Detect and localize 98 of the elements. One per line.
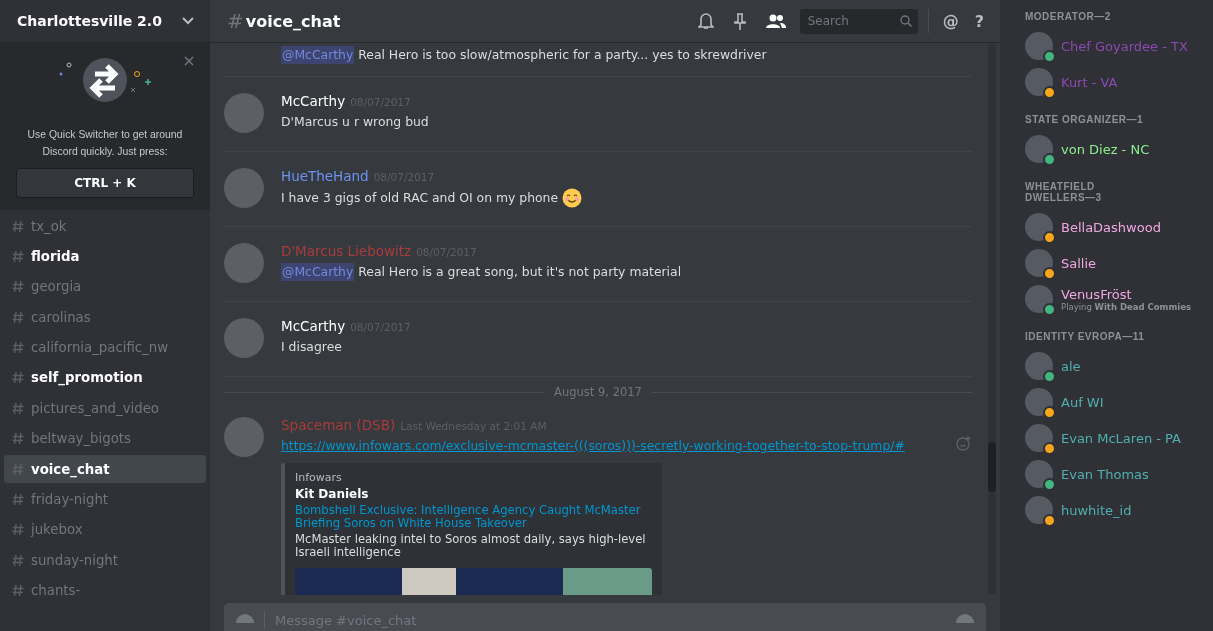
message-text: Real Hero is a great song, but it's not party material (357, 263, 682, 281)
channel-name: jukebox (31, 522, 83, 538)
quick-switcher-hint: Use Quick Switcher to get around Discord quickly. Just press: (26, 128, 184, 159)
channel-item[interactable]: voice_chat (4, 455, 206, 484)
search-field[interactable]: Search (799, 8, 918, 34)
hash-icon (12, 280, 24, 294)
user-mention[interactable]: @McCarthy (281, 263, 355, 281)
member-name[interactable]: Evan McLaren - PA (1061, 430, 1181, 446)
search-icon (899, 15, 912, 27)
hash-icon: # (227, 9, 244, 33)
avatar-icon[interactable] (1025, 249, 1053, 277)
member-name[interactable]: Kurt - VA (1061, 74, 1118, 90)
embed-author: Kit Daniels (295, 487, 370, 501)
server-name: Charlottesville 2.0 (17, 13, 162, 29)
channel-name: tx_ok (31, 218, 67, 234)
search-input[interactable]: Search (805, 13, 900, 29)
header-button[interactable]: ? (971, 11, 987, 31)
member-name[interactable]: BellaDashwood (1061, 219, 1161, 235)
channel-name: chants- (31, 583, 81, 599)
channel-name: sunday-night (31, 552, 118, 568)
avatar-icon[interactable] (1025, 460, 1053, 488)
channel-item[interactable]: beltway_bigots (4, 424, 206, 453)
bell-icon[interactable] (697, 12, 714, 30)
author-name[interactable]: HueTheHand (281, 168, 369, 184)
role-heading: MODERATOR—2 (1025, 11, 1112, 22)
avatar-icon[interactable] (1025, 388, 1053, 416)
avatar-icon[interactable] (1025, 135, 1053, 163)
channel-item[interactable]: georgia (4, 272, 206, 301)
hash-icon (12, 341, 24, 355)
channel-item[interactable]: jukebox (4, 515, 206, 544)
hash-icon (12, 249, 24, 263)
author-name[interactable]: McCarthy (281, 318, 346, 334)
member-name[interactable]: Auf WI (1061, 394, 1104, 410)
member-name[interactable]: VenusFröst (1061, 286, 1192, 302)
channel-item[interactable]: california_pacific_nw (4, 333, 206, 362)
avatar-icon[interactable] (1025, 32, 1053, 60)
user-mention[interactable]: @McCarthy (281, 46, 355, 64)
member-name[interactable]: Chef Goyardee - TX (1061, 38, 1188, 54)
message-text: I disagree (281, 338, 342, 356)
channel-item[interactable]: sunday-night (4, 546, 206, 575)
channel-name: georgia (31, 279, 82, 295)
hash-icon (12, 462, 24, 476)
member-name[interactable]: ale (1061, 358, 1081, 374)
hash-icon (12, 523, 24, 537)
avatar-icon[interactable] (1025, 68, 1053, 96)
channel-name: friday-night (31, 492, 109, 507)
avatar-icon[interactable] (1025, 352, 1053, 380)
avatar-icon[interactable] (1025, 213, 1053, 241)
embed-title[interactable]: Bombshell Exclusive: Intelligence Agency Caught McMaster Briefing Soros on White House Takeover (295, 504, 652, 530)
pin-icon[interactable] (733, 12, 746, 30)
channel-item[interactable]: self_promotion (4, 363, 206, 392)
members-icon[interactable] (765, 14, 786, 28)
member-name[interactable]: von Diez - NC (1061, 141, 1150, 157)
channel-name: carolinas (31, 309, 91, 325)
channel-title: voice_chat (245, 11, 341, 31)
channel-item[interactable]: pictures_and_video (4, 394, 206, 423)
avatar-icon[interactable] (1025, 424, 1053, 452)
close-icon[interactable] (184, 56, 194, 66)
channel-name: florida (31, 248, 80, 264)
channel-item[interactable]: florida (4, 242, 206, 271)
date-divider: August 9, 2017 (224, 385, 972, 399)
hash-icon (12, 401, 24, 415)
channel-name: california_pacific_nw (31, 340, 169, 356)
channel-item[interactable]: chants- (4, 576, 206, 605)
channel-item[interactable]: tx_ok (4, 212, 206, 240)
channel-name: pictures_and_video (31, 400, 159, 416)
message-text: I have 3 gigs of old RAC and OI on my phone (281, 189, 559, 207)
chevron-down-icon[interactable] (182, 17, 194, 25)
avatar-icon[interactable] (1025, 285, 1053, 313)
hash-icon (12, 310, 24, 324)
message-link[interactable]: https://www.infowars.com/exclusive-mcmaster-(((soros)))-secretly-working-together-to-stop-trump/# (281, 437, 905, 455)
role-heading: STATE ORGANIZER—1 (1025, 114, 1145, 125)
hash-icon (12, 219, 24, 233)
role-heading: IDENTITY EVROPA—11 (1025, 331, 1146, 342)
header-button[interactable]: @ (939, 11, 962, 31)
message-text: D'Marcus u r wrong bud (281, 113, 429, 131)
author-name[interactable]: McCarthy (281, 93, 346, 109)
message-text: Real Hero is too slow/atmospheric for a party... yes to skrewdriver (357, 46, 767, 64)
avatar-icon[interactable] (1025, 496, 1053, 524)
channel-name: voice_chat (31, 461, 110, 477)
shortcut-button[interactable]: CTRL + K (16, 168, 194, 198)
member-activity: Playing With Dead Commies (1061, 301, 1192, 312)
embed-description: McMaster leaking intel to Soros almost daily, says high-level Israeli intelligence (295, 533, 647, 559)
role-heading: WHEATFIELD DWELLERS—3 (1025, 181, 1103, 203)
channel-item[interactable]: carolinas (4, 303, 206, 332)
channel-item[interactable]: friday-night (4, 485, 206, 514)
channel-name: beltway_bigots (31, 431, 131, 447)
member-name[interactable]: Sallie (1061, 255, 1097, 271)
member-name[interactable]: huwhite_id (1061, 502, 1132, 518)
member-name[interactable]: Evan Thomas (1061, 466, 1149, 482)
hash-icon (12, 371, 24, 385)
hash-icon (12, 553, 24, 567)
scrollbar-thumb[interactable] (988, 442, 996, 492)
hash-icon (12, 432, 24, 446)
hash-icon (12, 493, 24, 506)
embed-provider: Infowars (295, 471, 343, 484)
channel-name: self_promotion (31, 370, 143, 386)
hash-icon (12, 584, 24, 598)
